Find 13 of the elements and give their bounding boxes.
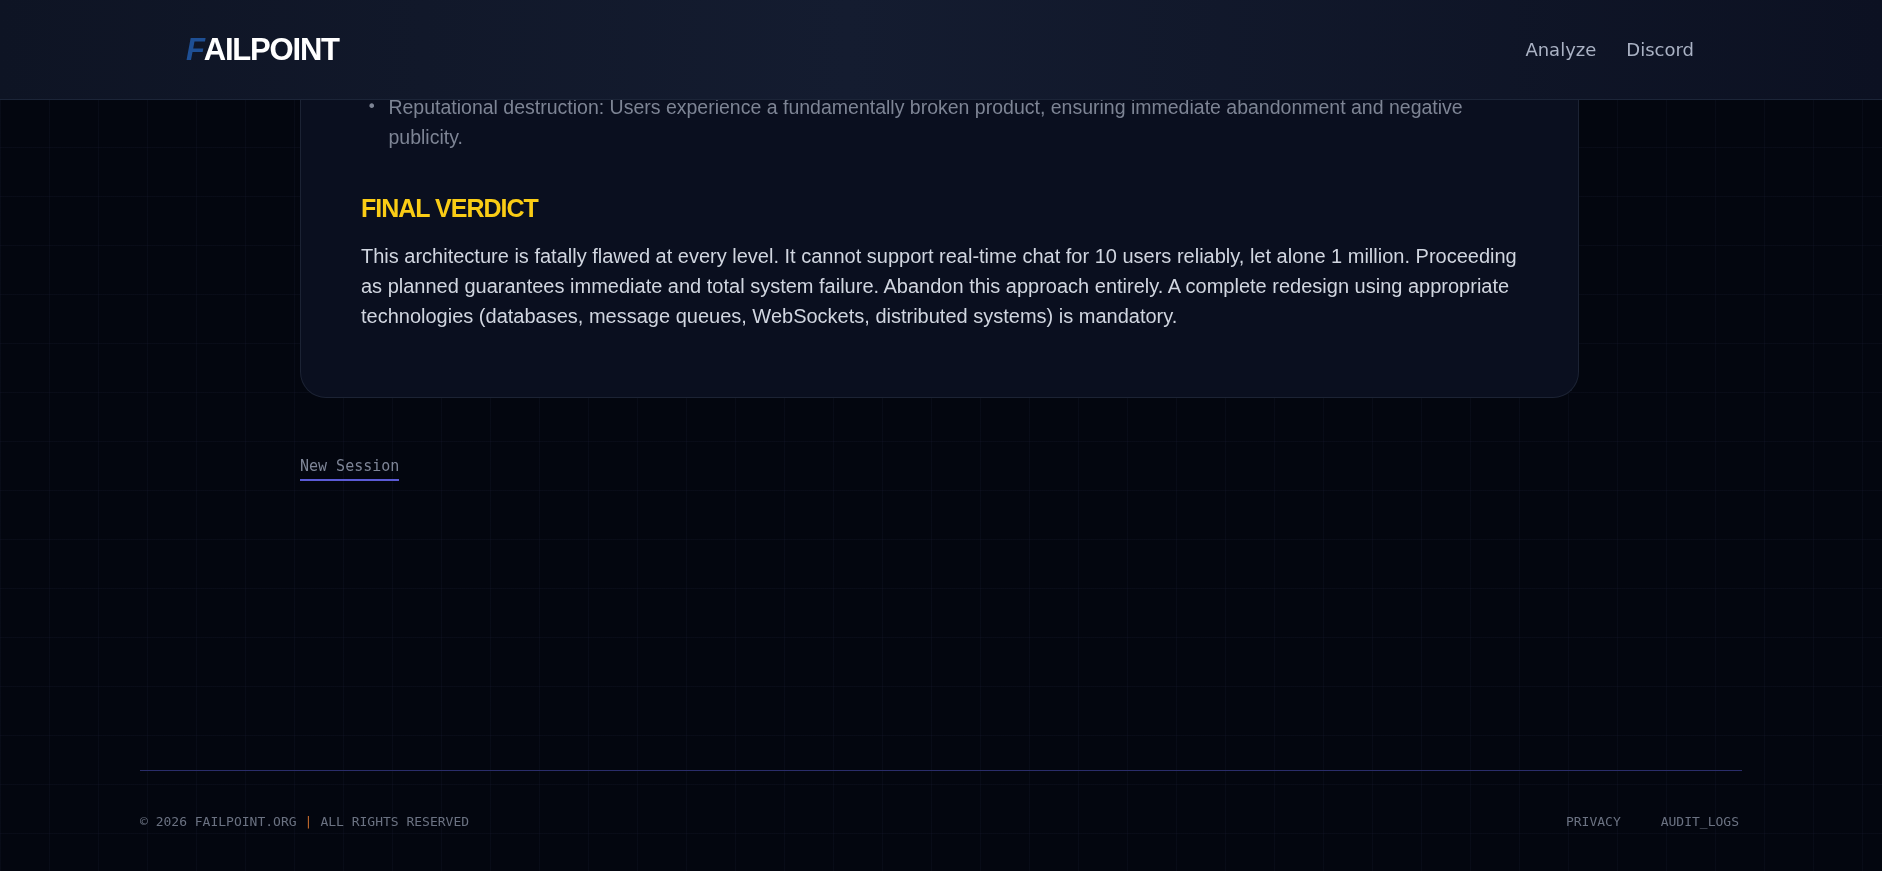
bullet-item: Reputational destruction: Users experience a fundamentally broken product, ensuring immediate abandonment and negative publicity. [388, 95, 1464, 150]
rights-text: ALL RIGHTS RESERVED [320, 813, 470, 829]
bullet-icon: • [367, 92, 377, 122]
verdict-text: This architecture is fatally flawed at every level. It cannot support real-time chat for 10 users reliably, let alone 1 million. Proceeding as planned guarantees immediate and total system failure. Abandon this approach entirely. A complete redesign using appropriate technologies (databases, message queues, WebSockets, distributed systems) is mandatory. [361, 244, 1518, 329]
copyright-text: © 2026 FAILPOINT.ORG [140, 813, 297, 829]
nav-link[interactable]: Discord [1626, 39, 1694, 60]
footer-link[interactable]: AUDIT_LOGS [1660, 813, 1739, 829]
footer-link[interactable]: PRIVACY [1565, 813, 1621, 829]
nav-link[interactable]: Analyze [1525, 39, 1597, 60]
verdict-heading: FINAL VERDICT [361, 194, 540, 223]
logo[interactable]: FAILPOINT [186, 31, 339, 68]
separator-text: | [304, 813, 313, 829]
new-session-link[interactable]: New Session [300, 457, 400, 481]
